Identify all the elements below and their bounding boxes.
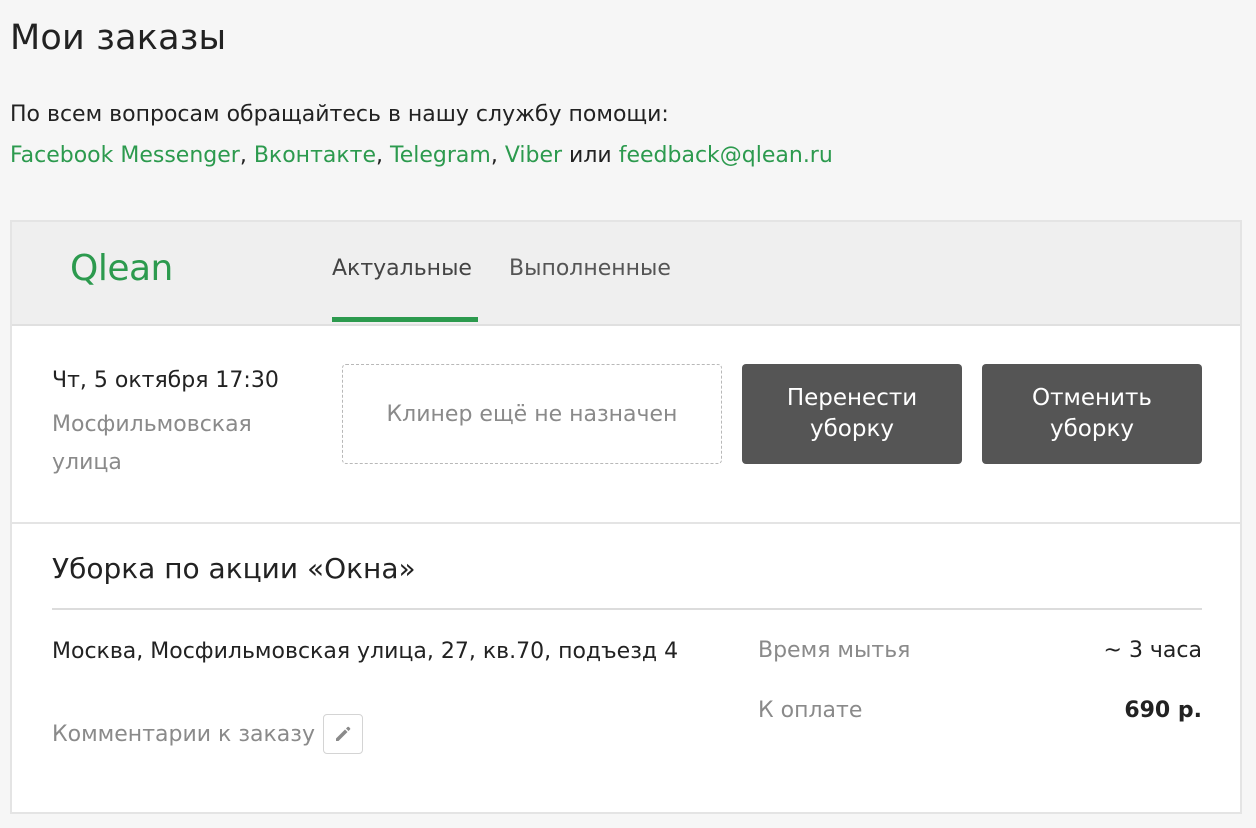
help-intro: По всем вопросам обращайтесь в нашу служ… [10, 102, 669, 127]
edit-comment-button[interactable] [323, 714, 363, 754]
tab-current[interactable]: Актуальные [332, 256, 478, 322]
orders-header: Qlean Актуальные Выполненные [12, 222, 1240, 326]
or-text: или [562, 143, 619, 168]
divider [52, 608, 1202, 610]
cancel-button[interactable]: Отменить уборку [982, 364, 1202, 464]
order-street: Мосфильмовская улица [52, 412, 252, 475]
viber-link[interactable]: Viber [505, 143, 562, 168]
separator: , [490, 143, 505, 168]
help-section: По всем вопросам обращайтесь в нашу служ… [10, 94, 833, 176]
cleaner-status-text: Клинер ещё не назначен [386, 401, 678, 427]
separator: , [239, 143, 254, 168]
order-comments: Комментарии к заказу [52, 714, 363, 754]
order-summary: Чт, 5 октября 17:30 Мосфильмовская улица… [12, 326, 1240, 524]
help-links: Facebook Messenger, Вконтакте, Telegram,… [10, 135, 833, 176]
service-title: Уборка по акции «Окна» [52, 552, 416, 585]
payment-value: 690 р. [1124, 698, 1202, 723]
page-title: Мои заказы [10, 18, 227, 58]
pencil-icon [336, 726, 351, 741]
wash-time-value: ~ 3 часа [1103, 638, 1202, 663]
comments-label: Комментарии к заказу [52, 721, 315, 747]
vkontakte-link[interactable]: Вконтакте [254, 143, 376, 168]
order-date: Чт, 5 октября 17:30 [52, 368, 279, 393]
reschedule-button[interactable]: Перенести уборку [742, 364, 962, 464]
facebook-messenger-link[interactable]: Facebook Messenger [10, 143, 240, 168]
feedback-email-link[interactable]: feedback@qlean.ru [619, 143, 833, 168]
cleaner-status: Клинер ещё не назначен [342, 364, 722, 464]
telegram-link[interactable]: Telegram [390, 143, 491, 168]
separator: , [376, 143, 391, 168]
qlean-logo[interactable]: Qlean [70, 248, 173, 289]
payment-label: К оплате [758, 698, 863, 723]
order-address: Москва, Мосфильмовская улица, 27, кв.70,… [52, 639, 679, 664]
cancel-button-label: Отменить уборку [1032, 385, 1152, 442]
tab-completed[interactable]: Выполненные [509, 256, 671, 322]
reschedule-button-label: Перенести уборку [786, 385, 918, 442]
orders-card: Qlean Актуальные Выполненные Чт, 5 октяб… [10, 220, 1242, 814]
wash-time-label: Время мытья [758, 638, 911, 663]
